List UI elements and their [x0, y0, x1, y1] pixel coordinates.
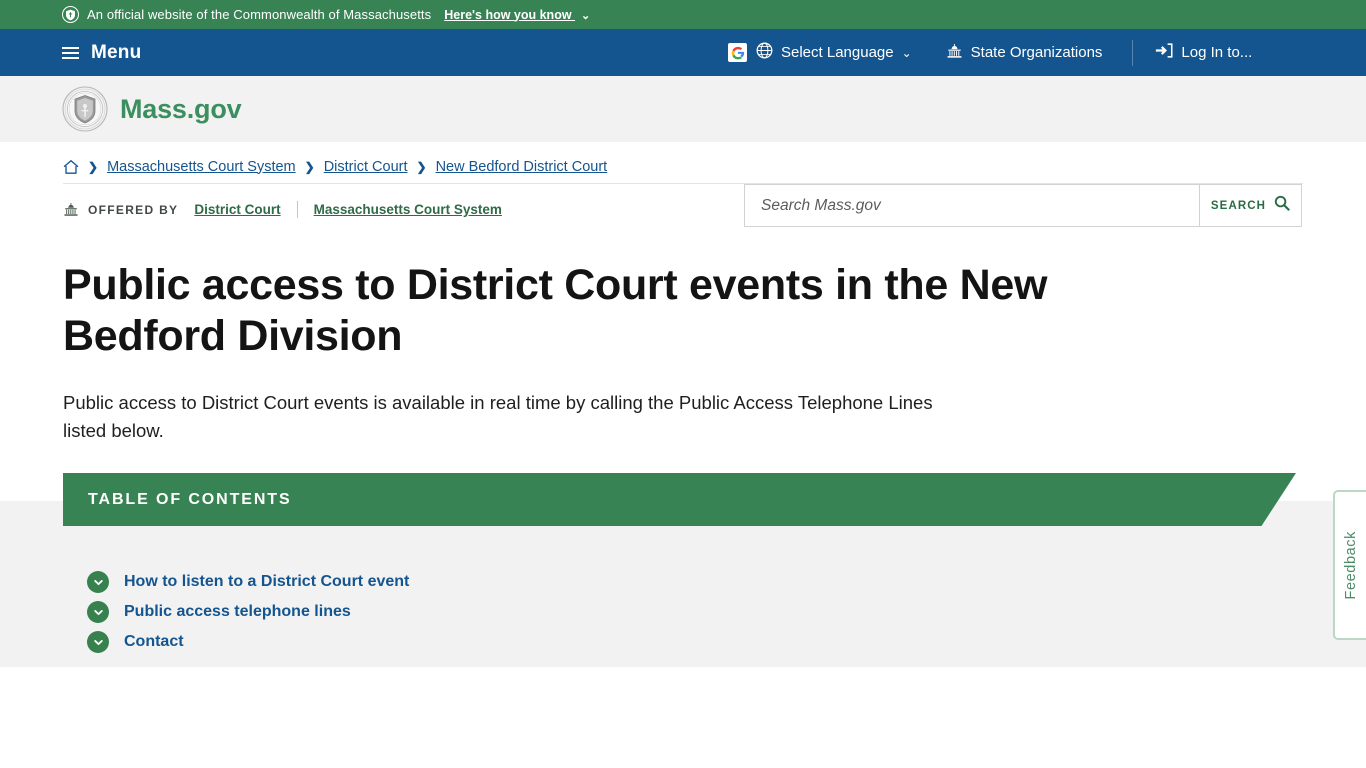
- chevron-down-icon: ⌄: [581, 9, 591, 22]
- breadcrumb-link-court-system[interactable]: Massachusetts Court System: [107, 159, 296, 175]
- log-in-button[interactable]: Log In to...: [1155, 42, 1252, 63]
- offered-by-link-district-court[interactable]: District Court: [194, 202, 280, 217]
- state-organizations-button[interactable]: State Organizations: [946, 43, 1103, 63]
- search-button[interactable]: SEARCH: [1199, 184, 1302, 227]
- globe-icon: [756, 42, 773, 63]
- massachusetts-state-seal-icon: [62, 86, 108, 132]
- toc-item-how-to-listen[interactable]: How to listen to a District Court event: [87, 571, 409, 593]
- brand-name: Mass.gov: [120, 93, 242, 124]
- breadcrumb-separator: ❯: [304, 159, 315, 174]
- how-you-know-link[interactable]: Here's how you know ⌄: [444, 8, 590, 22]
- toc-item-label: How to listen to a District Court event: [124, 573, 410, 590]
- table-of-contents-section: TABLE OF CONTENTS How to listen to a Dis…: [0, 473, 1366, 667]
- toc-item-label: Public access telephone lines: [124, 603, 351, 620]
- search-input-wrapper[interactable]: [744, 184, 1199, 227]
- breadcrumb-separator: ❯: [416, 159, 427, 174]
- feedback-label: Feedback: [1342, 530, 1359, 600]
- chevron-down-circle-icon: [87, 631, 109, 653]
- menu-label: Menu: [91, 41, 142, 63]
- breadcrumb-link-new-bedford[interactable]: New Bedford District Court: [436, 159, 608, 175]
- chevron-down-icon: ⌄: [901, 45, 912, 60]
- state-organizations-label: State Organizations: [970, 44, 1103, 61]
- offered-by-divider: [296, 201, 298, 218]
- toc-item-contact[interactable]: Contact: [87, 631, 409, 653]
- nav-divider: [1132, 39, 1134, 66]
- toc-heading: TABLE OF CONTENTS: [88, 490, 292, 508]
- official-banner-text: An official website of the Commonwealth …: [87, 7, 432, 22]
- login-arrow-icon: [1155, 42, 1173, 63]
- breadcrumb: ❯ Massachusetts Court System ❯ District …: [63, 142, 1303, 184]
- capitol-icon: [946, 43, 963, 63]
- toc-banner: TABLE OF CONTENTS: [63, 473, 1296, 526]
- log-in-label: Log In to...: [1181, 44, 1253, 61]
- magnifier-icon: [1274, 195, 1290, 216]
- chevron-down-circle-icon: [87, 571, 109, 593]
- how-you-know-label: Here's how you know: [444, 7, 572, 22]
- offered-by-link-court-system[interactable]: Massachusetts Court System: [314, 202, 502, 217]
- breadcrumb-separator: ❯: [88, 159, 99, 174]
- search-button-label: SEARCH: [1210, 199, 1267, 212]
- home-icon[interactable]: [63, 159, 79, 175]
- menu-button[interactable]: Menu: [62, 42, 141, 64]
- main-navigation-bar: Menu Select Language ⌄ State Organizatio…: [0, 29, 1366, 76]
- chevron-down-circle-icon: [87, 601, 109, 623]
- search-area: SEARCH: [744, 184, 1302, 227]
- toc-item-label: Contact: [124, 633, 184, 650]
- mass-gov-logo-link[interactable]: Mass.gov: [62, 86, 242, 132]
- page-intro: Public access to District Court events i…: [63, 392, 933, 441]
- site-header: Mass.gov SEARCH: [0, 76, 1366, 227]
- hamburger-icon: [62, 46, 79, 59]
- page-title: Public access to District Court events i…: [63, 261, 1048, 360]
- capitol-icon: [63, 202, 79, 217]
- google-translate-icon: [728, 43, 747, 62]
- select-language-button[interactable]: Select Language ⌄: [728, 42, 912, 63]
- shield-icon: [62, 6, 79, 23]
- toc-list: How to listen to a District Court event …: [87, 571, 409, 653]
- select-language-label: Select Language: [781, 44, 894, 61]
- official-website-banner: An official website of the Commonwealth …: [0, 0, 1366, 29]
- search-input[interactable]: [761, 196, 1199, 215]
- offered-by-label: OFFERED BY: [88, 202, 179, 217]
- toc-item-public-access-lines[interactable]: Public access telephone lines: [87, 601, 409, 623]
- breadcrumb-link-district-court[interactable]: District Court: [324, 159, 408, 175]
- feedback-tab-button[interactable]: Feedback: [1333, 490, 1366, 640]
- breadcrumb-zone: ❯ Massachusetts Court System ❯ District …: [0, 142, 1366, 184]
- nav-right-group: Select Language ⌄ State Organizations Lo…: [728, 29, 1252, 76]
